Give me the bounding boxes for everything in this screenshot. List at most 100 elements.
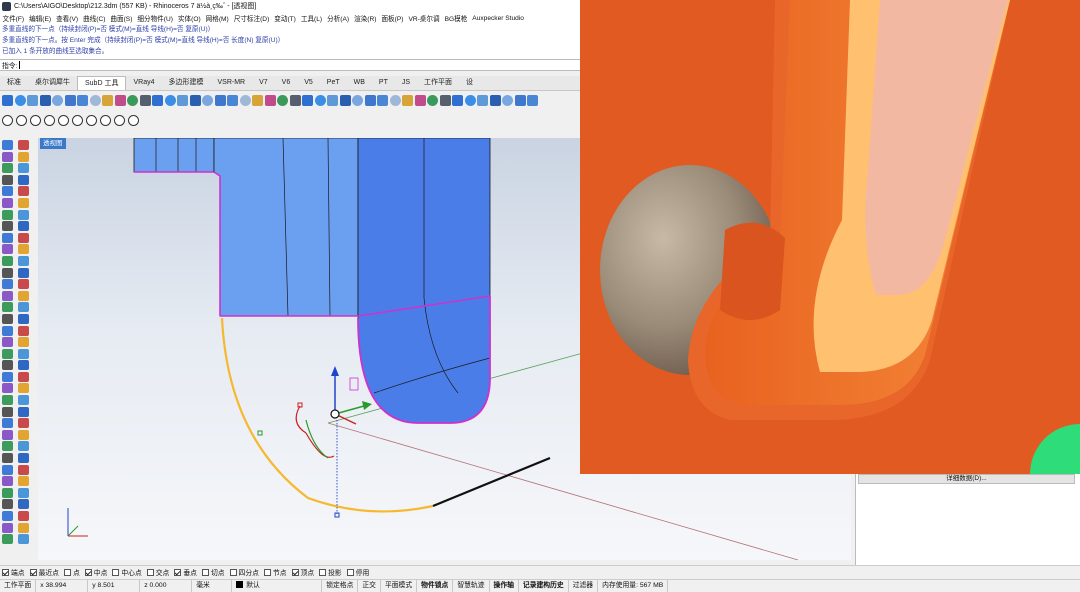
subd-cylinder-icon[interactable] — [39, 95, 51, 106]
mirror-icon[interactable] — [2, 267, 13, 278]
undo-icon[interactable] — [2, 453, 13, 464]
camera-icon[interactable] — [18, 418, 29, 429]
smarttrack-toggle[interactable]: 智慧轨迹 — [453, 580, 490, 592]
text-icon[interactable] — [18, 325, 29, 336]
subd-merge-icon[interactable] — [214, 95, 226, 106]
mesh-icon[interactable] — [2, 313, 13, 324]
osnap-checkbox[interactable] — [201, 568, 209, 576]
osnap-10[interactable]: 顶点 — [291, 567, 314, 577]
units-indicator[interactable]: 毫米 — [192, 580, 233, 592]
point-icon[interactable] — [18, 140, 29, 150]
zoom-icon[interactable] — [2, 406, 13, 417]
grid-icon[interactable] — [18, 383, 29, 394]
show-icon[interactable] — [18, 360, 29, 371]
unlock-icon[interactable] — [18, 371, 29, 382]
subd-box-mode-icon[interactable] — [502, 95, 513, 106]
sweep-tool-icon[interactable] — [72, 115, 83, 126]
move-icon[interactable] — [2, 244, 13, 255]
tab-pt[interactable]: PT — [372, 76, 395, 90]
gizmo-handle[interactable] — [257, 430, 263, 436]
command-line[interactable]: 指令: — [0, 59, 580, 71]
lock-icon[interactable] — [2, 371, 13, 382]
polygon-icon[interactable] — [2, 186, 13, 197]
osnap-checkbox[interactable] — [146, 568, 154, 576]
menu-dimension[interactable]: 尺寸标注(D) — [231, 13, 272, 23]
osnap-5[interactable]: 交点 — [146, 567, 169, 577]
pipe-tool-icon[interactable] — [86, 115, 97, 126]
gizmo-red-arc[interactable] — [295, 405, 307, 434]
menu-file[interactable]: 文件(F) — [0, 13, 27, 23]
tab-vray4[interactable]: VRay4 — [126, 76, 161, 90]
cylinder-icon[interactable] — [2, 221, 13, 232]
scale-icon[interactable] — [18, 255, 29, 266]
osnap-checkbox[interactable] — [2, 568, 9, 576]
menu-tools[interactable]: 工具(L) — [298, 13, 324, 23]
curve-icon[interactable] — [18, 186, 29, 197]
cplane-icon[interactable] — [2, 395, 13, 406]
target-tool-icon[interactable] — [128, 115, 139, 126]
gizmo-center-point[interactable] — [330, 409, 340, 419]
subd-loft-icon[interactable] — [139, 95, 151, 106]
osnap-0[interactable]: 端点 — [2, 567, 25, 577]
osnap-checkbox[interactable] — [29, 568, 37, 576]
loft-icon[interactable] — [18, 197, 29, 208]
osnap-checkbox[interactable] — [84, 568, 92, 576]
osnap-checkbox[interactable] — [229, 568, 237, 576]
subd-torus-icon[interactable] — [52, 95, 63, 106]
osnap-3[interactable]: 中点 — [84, 567, 107, 577]
subd-options-icon[interactable] — [527, 95, 538, 106]
tab-js[interactable]: JS — [395, 76, 417, 90]
osnap-checkbox[interactable] — [112, 568, 120, 576]
globe-icon[interactable] — [18, 511, 29, 521]
menu-bg[interactable]: BG模枪 — [442, 13, 470, 23]
target-icon[interactable] — [18, 499, 29, 510]
tab-settings[interactable]: 设 — [459, 76, 480, 90]
dimension-icon[interactable] — [2, 325, 13, 336]
menu-auxpecker[interactable]: Auxpecker Studio — [470, 15, 527, 22]
check-tool-icon[interactable] — [44, 115, 55, 126]
help-icon[interactable] — [2, 464, 13, 475]
rotate-view-icon[interactable] — [30, 115, 41, 126]
menu-solid[interactable]: 实体(O) — [175, 13, 203, 23]
extrude-icon[interactable] — [18, 221, 29, 232]
menu-panels[interactable]: 面板(P) — [379, 13, 406, 23]
rectangle-icon[interactable] — [18, 174, 29, 185]
line-icon[interactable] — [18, 151, 29, 162]
spline-tool-icon[interactable] — [58, 115, 69, 126]
subd-plane-icon[interactable] — [64, 95, 76, 106]
script-icon[interactable] — [18, 476, 29, 487]
subd-inset-icon[interactable] — [239, 95, 251, 106]
cplane-indicator[interactable]: 工作平面 — [0, 580, 37, 592]
tab-wb[interactable]: WB — [347, 76, 372, 90]
menu-surface[interactable]: 曲面(S) — [108, 13, 135, 23]
rotate-icon[interactable] — [2, 255, 13, 266]
hide-icon[interactable] — [2, 360, 13, 371]
cog-tool-icon[interactable] — [114, 115, 125, 126]
subd-ellipsoid-icon[interactable] — [77, 95, 88, 106]
osnap-checkbox[interactable] — [346, 568, 354, 576]
box-icon[interactable] — [2, 209, 13, 220]
ellipse-icon[interactable] — [2, 174, 13, 185]
osnap-checkbox[interactable] — [174, 568, 182, 576]
lasso-tool-icon[interactable] — [16, 115, 27, 126]
subd-convert-icon[interactable] — [339, 95, 351, 106]
subd-slide-icon[interactable] — [427, 95, 438, 106]
viewport-title-tab[interactable]: 透视图 — [40, 138, 66, 149]
gear-icon[interactable] — [2, 487, 13, 498]
properties-icon[interactable] — [18, 337, 29, 348]
subd-offset-icon[interactable] — [252, 95, 263, 106]
selected-line[interactable] — [432, 456, 551, 508]
osnap-7[interactable]: 切点 — [201, 567, 225, 577]
tab-pet[interactable]: PeT — [320, 76, 347, 90]
subd-split-icon[interactable] — [227, 95, 238, 106]
tab-poly-modeling[interactable]: 多边形建模 — [161, 76, 210, 90]
subd-weld-icon[interactable] — [277, 95, 288, 106]
main-left-surface[interactable] — [213, 138, 359, 317]
lifebuoy-icon[interactable] — [2, 499, 13, 510]
subd-vertex-icon[interactable] — [364, 95, 376, 106]
menu-subd[interactable]: 细分物件(U) — [135, 13, 176, 23]
osnap-toggle[interactable]: 物件锁点 — [417, 580, 454, 592]
surface-icon[interactable] — [2, 197, 13, 208]
snap-icon[interactable] — [2, 383, 13, 394]
options-icon[interactable] — [18, 464, 29, 475]
